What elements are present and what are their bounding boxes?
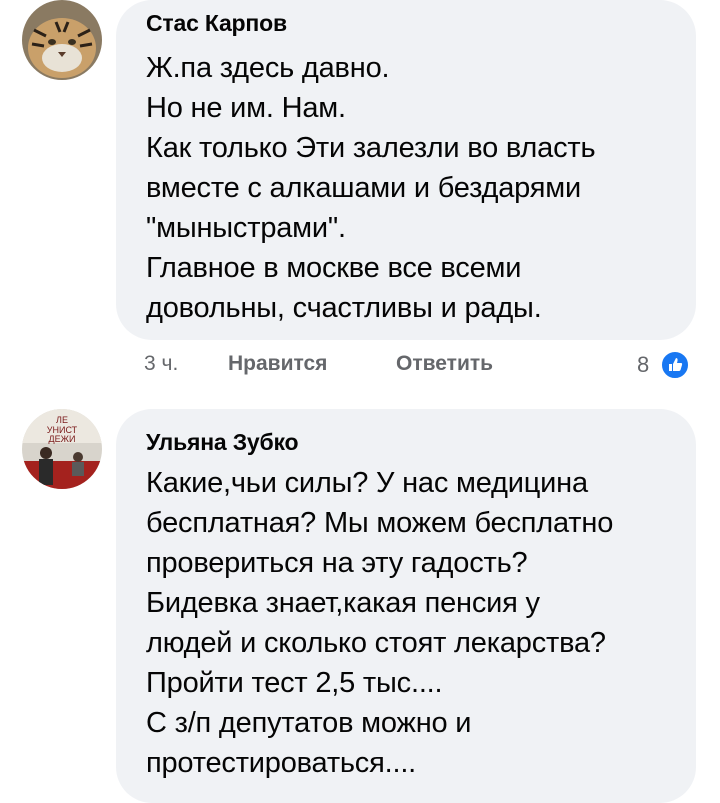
like-button[interactable]: Нравится bbox=[228, 352, 327, 376]
tiger-avatar-icon[interactable] bbox=[22, 0, 102, 80]
comment-line: "мыныстрами". bbox=[146, 212, 346, 244]
comment-line: Ж.па здесь давно. bbox=[146, 52, 390, 84]
comment-line: вместе с алкашами и бездарями bbox=[146, 172, 582, 204]
comment-line: бесплатная? Мы можем бесплатно bbox=[146, 507, 614, 539]
comment-line: людей и сколько стоят лекарства? bbox=[146, 627, 606, 659]
comment-timestamp[interactable]: 3 ч. bbox=[144, 352, 178, 376]
reaction-count[interactable]: 8 bbox=[637, 352, 649, 378]
comment-line: довольны, счастливы и рады. bbox=[146, 292, 542, 324]
svg-text:ДЕЖИ: ДЕЖИ bbox=[49, 434, 76, 444]
comment-line: Главное в москве все всеми bbox=[146, 252, 522, 284]
comment-author[interactable]: Стас Карпов bbox=[146, 10, 287, 37]
comment-bubble: Стас Карпов Ж.па здесь давно. Но не им. … bbox=[116, 0, 696, 340]
comment-line: Как только Эти залезли во власть bbox=[146, 132, 596, 164]
person-avatar-icon[interactable]: ЛЕ УНИСТ ДЕЖИ bbox=[22, 409, 102, 489]
comment-line: Пройти тест 2,5 тыс.... bbox=[146, 667, 443, 699]
comment-line: Но не им. Нам. bbox=[146, 92, 346, 124]
like-icon[interactable] bbox=[660, 350, 690, 380]
comment-bubble: Ульяна Зубко Какие,чьи силы? У нас медиц… bbox=[116, 409, 696, 803]
comment-text: Какие,чьи силы? У нас медицина бесплатна… bbox=[146, 463, 613, 783]
comment-text: Ж.па здесь давно. Но не им. Нам. Как тол… bbox=[146, 48, 596, 328]
reply-button[interactable]: Ответить bbox=[396, 352, 493, 376]
svg-text:ЛЕ: ЛЕ bbox=[56, 415, 68, 425]
comment-author[interactable]: Ульяна Зубко bbox=[146, 429, 299, 456]
comment-line: Какие,чьи силы? У нас медицина bbox=[146, 467, 588, 499]
comment-line: С з/п депутатов можно и bbox=[146, 707, 472, 739]
comment-line: протестироваться.... bbox=[146, 747, 417, 779]
comment-line: провериться на эту гадость? bbox=[146, 547, 528, 579]
comment-line: Бидевка знает,какая пенсия у bbox=[146, 587, 540, 619]
